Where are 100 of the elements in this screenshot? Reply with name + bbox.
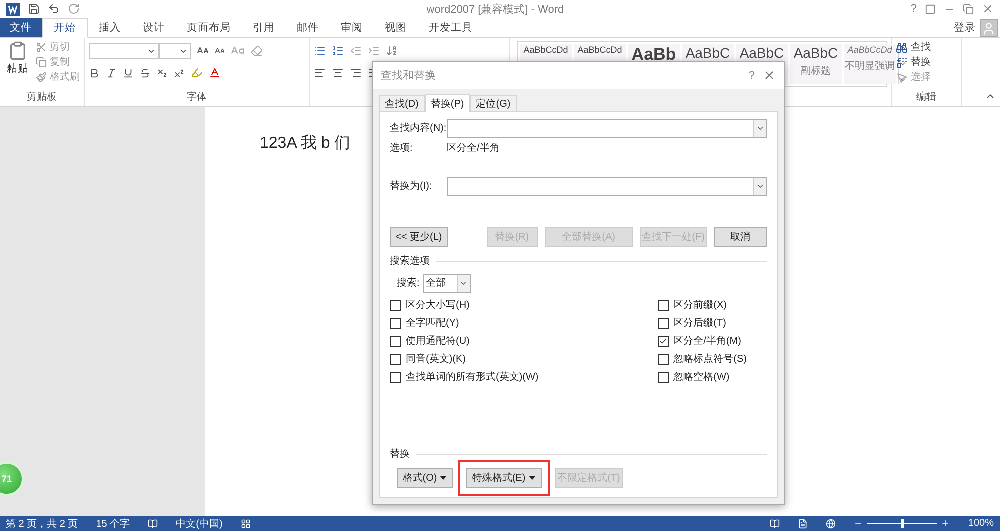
group-label: 编辑 <box>916 90 938 105</box>
align-left-icon[interactable] <box>314 67 326 79</box>
style-swatch[interactable]: AaBbC 副标题 <box>790 44 842 84</box>
close-icon[interactable] <box>763 69 776 82</box>
document-text: 123A 我 b 们 <box>260 135 351 152</box>
numbering-icon[interactable] <box>332 45 344 57</box>
checkbox-label[interactable]: 使用通配符(U) <box>406 334 470 348</box>
subscript-icon[interactable] <box>157 68 168 78</box>
print-layout-icon[interactable] <box>798 518 808 528</box>
group-label: 字体 <box>186 90 208 105</box>
zoom-level[interactable]: 100% <box>968 518 994 529</box>
ribbon-tab[interactable]: 设计 <box>132 18 176 37</box>
web-layout-icon[interactable] <box>826 518 836 528</box>
align-center-icon[interactable] <box>332 67 344 79</box>
checkbox[interactable] <box>658 336 669 346</box>
editing-button[interactable]: 查找 <box>896 41 957 54</box>
section-heading: 搜索选项 <box>390 254 430 268</box>
close-icon[interactable] <box>982 3 994 15</box>
scissors-icon <box>36 42 47 53</box>
checkbox[interactable] <box>658 318 669 328</box>
dialog-button[interactable]: 取消 <box>714 227 767 247</box>
checkbox[interactable] <box>658 354 669 364</box>
ribbon-tab[interactable]: 视图 <box>374 18 418 37</box>
checkbox-label[interactable]: 全字匹配(Y) <box>406 316 460 330</box>
italic-icon[interactable] <box>106 68 117 78</box>
paste-button[interactable]: 粘贴 <box>4 41 32 90</box>
find-field[interactable] <box>447 118 767 138</box>
checkbox-label[interactable]: 区分大小写(H) <box>406 298 470 312</box>
ribbon-display-icon[interactable] <box>925 4 936 14</box>
font-color-icon[interactable] <box>209 67 221 79</box>
ribbon-tab[interactable]: 引用 <box>242 18 286 37</box>
sort-icon[interactable] <box>386 45 398 57</box>
help-button[interactable]: ? <box>748 70 755 82</box>
zoom-thumb[interactable] <box>901 519 904 528</box>
group-label: 剪贴板 <box>26 90 58 105</box>
options-value: 区分全/半角 <box>447 142 500 155</box>
ribbon-tab[interactable]: 插入 <box>88 18 132 37</box>
word-count[interactable]: 15 个字 <box>96 516 130 530</box>
restore-icon[interactable] <box>963 4 974 14</box>
shrink-font-icon[interactable] <box>215 46 225 56</box>
checkbox-label[interactable]: 忽略空格(W) <box>674 370 730 384</box>
dialog-title: 查找和替换 <box>381 69 437 83</box>
font-size-field[interactable] <box>159 43 191 59</box>
section-heading: 替换 <box>390 448 410 461</box>
sign-in-link[interactable]: 登录 <box>954 20 976 34</box>
style-swatch[interactable]: AaBbCcDd 不明显强调 <box>844 44 896 84</box>
format-button[interactable]: 特殊格式(E) <box>466 468 542 488</box>
superscript-icon[interactable] <box>174 68 185 78</box>
ribbon-tab[interactable]: 开始 <box>42 18 88 38</box>
page-count[interactable]: 第 2 页，共 2 页 <box>6 516 78 530</box>
ribbon-tab[interactable]: 页面布局 <box>176 18 242 37</box>
zoom-in-icon[interactable] <box>941 519 950 528</box>
save-icon[interactable] <box>28 3 40 15</box>
checkbox[interactable] <box>390 354 401 364</box>
redo-icon[interactable] <box>68 3 80 15</box>
format-button[interactable]: 格式(O) <box>397 468 453 488</box>
ribbon-tab[interactable]: 邮件 <box>286 18 330 37</box>
file-tab[interactable]: 文件 <box>0 18 42 37</box>
checkbox[interactable] <box>390 372 401 382</box>
checkbox-label[interactable]: 忽略标点符号(S) <box>674 352 747 366</box>
font-name-field[interactable] <box>89 43 159 59</box>
checkbox[interactable] <box>658 300 669 310</box>
cursor-icon <box>896 72 908 84</box>
checkbox[interactable] <box>390 300 401 310</box>
field-label: 选项: <box>390 142 414 155</box>
undo-icon[interactable] <box>48 3 60 15</box>
dialog-tab[interactable]: 查找(D) <box>379 95 425 111</box>
paintbrush-icon <box>36 72 47 83</box>
binoculars-icon <box>896 42 908 54</box>
proofing-icon[interactable] <box>148 518 158 528</box>
ribbon-tab[interactable]: 审阅 <box>330 18 374 37</box>
clipboard-icon <box>8 41 28 61</box>
checkbox[interactable] <box>390 336 401 346</box>
checkbox-label[interactable]: 区分前缀(X) <box>674 298 727 312</box>
language-label[interactable]: 中文(中国) <box>176 516 223 530</box>
replace-field[interactable] <box>447 176 767 196</box>
replace-icon <box>896 56 908 68</box>
underline-icon[interactable] <box>123 68 134 78</box>
macro-icon[interactable] <box>240 518 251 528</box>
checkbox[interactable] <box>390 318 401 328</box>
help-button[interactable]: ? <box>910 3 917 15</box>
search-label: 搜索: <box>397 276 420 290</box>
checkbox-label[interactable]: 查找单词的所有形式(英文)(W) <box>406 370 539 384</box>
read-mode-icon[interactable] <box>770 518 780 528</box>
checkbox-label[interactable]: 同音(英文)(K) <box>406 352 466 366</box>
dialog-tab[interactable]: 定位(G) <box>470 95 517 111</box>
caret-icon <box>528 476 536 480</box>
ribbon-tab[interactable]: 开发工具 <box>418 18 484 37</box>
dialog-button[interactable]: << 更少(L) <box>390 227 448 247</box>
editing-button[interactable]: 替换 <box>896 56 957 69</box>
dialog-tab[interactable]: 替换(P) <box>424 94 470 112</box>
caret-icon <box>440 476 448 480</box>
bold-icon[interactable] <box>89 68 100 78</box>
checkbox[interactable] <box>658 372 669 382</box>
window-title: word2007 [兼容模式] - Word <box>426 2 566 16</box>
align-right-icon[interactable] <box>350 67 362 79</box>
checkbox-label[interactable]: 区分全/半角(M) <box>674 334 742 348</box>
search-select[interactable]: 全部 <box>422 274 471 292</box>
strikethrough-icon[interactable] <box>140 68 151 78</box>
checkbox-label[interactable]: 区分后缀(T) <box>674 316 726 330</box>
